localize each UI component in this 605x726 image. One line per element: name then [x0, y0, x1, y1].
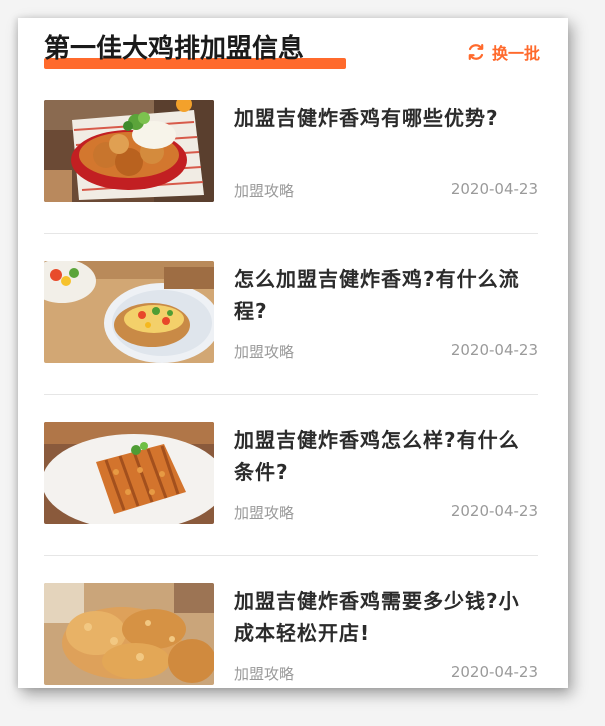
article-item[interactable]: 加盟吉健炸香鸡怎么样?有什么条件? 加盟攻略 2020-04-23 — [44, 422, 538, 583]
article-title[interactable]: 加盟吉健炸香鸡有哪些优势? — [234, 102, 524, 134]
article-thumbnail[interactable] — [44, 583, 214, 685]
fried-chicken-wings-image — [44, 583, 214, 685]
item-divider — [44, 555, 538, 556]
article-category: 加盟攻略 — [234, 504, 295, 522]
sliced-chicken-cutlet-image — [44, 422, 214, 524]
panel-header: 第一佳大鸡排加盟信息 换一批 — [18, 18, 568, 74]
article-category: 加盟攻略 — [234, 343, 295, 361]
article-panel: 第一佳大鸡排加盟信息 换一批 加盟吉健炸香鸡有哪些优势? 加盟攻略 2020-0… — [18, 18, 568, 688]
article-title[interactable]: 怎么加盟吉健炸香鸡?有什么流程? — [234, 263, 524, 327]
page-title: 第一佳大鸡排加盟信息 — [44, 34, 305, 64]
item-divider — [44, 233, 538, 234]
article-item[interactable]: 加盟吉健炸香鸡有哪些优势? 加盟攻略 2020-04-23 — [44, 100, 538, 261]
article-category: 加盟攻略 — [234, 182, 295, 200]
article-date: 2020-04-23 — [450, 341, 538, 359]
fried-chicken-basket-image — [44, 100, 214, 202]
item-divider — [44, 394, 538, 395]
article-title[interactable]: 加盟吉健炸香鸡怎么样?有什么条件? — [234, 424, 524, 488]
article-date: 2020-04-23 — [450, 180, 538, 198]
article-thumbnail[interactable] — [44, 422, 214, 524]
article-item[interactable]: 怎么加盟吉健炸香鸡?有什么流程? 加盟攻略 2020-04-23 — [44, 261, 538, 422]
article-item[interactable]: 加盟吉健炸香鸡需要多少钱?小成本轻松开店! 加盟攻略 2020-04-23 — [44, 583, 538, 688]
article-title[interactable]: 加盟吉健炸香鸡需要多少钱?小成本轻松开店! — [234, 585, 524, 649]
chicken-with-vegetables-plate-image — [44, 261, 214, 363]
refresh-button[interactable]: 换一批 — [466, 40, 540, 64]
title-block: 第一佳大鸡排加盟信息 — [44, 32, 346, 69]
article-date: 2020-04-23 — [450, 502, 538, 520]
refresh-label: 换一批 — [491, 44, 540, 63]
article-list: 加盟吉健炸香鸡有哪些优势? 加盟攻略 2020-04-23 怎么加盟吉健炸香鸡?… — [44, 100, 538, 688]
article-thumbnail[interactable] — [44, 261, 214, 363]
article-category: 加盟攻略 — [234, 665, 295, 683]
refresh-icon — [466, 42, 486, 62]
article-date: 2020-04-23 — [450, 663, 538, 681]
article-thumbnail[interactable] — [44, 100, 214, 202]
